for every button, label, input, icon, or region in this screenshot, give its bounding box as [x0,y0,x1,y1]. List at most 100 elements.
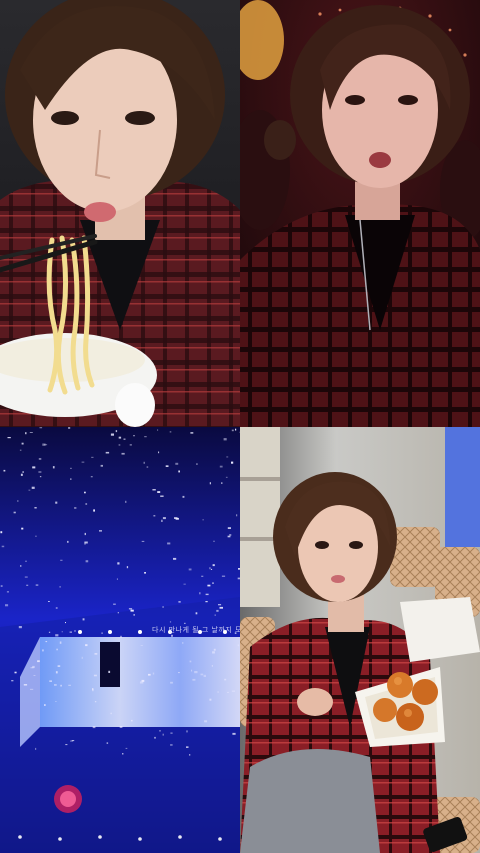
confetti-piece [226,456,229,458]
confetti-piece [25,432,27,435]
confetti-piece [32,466,36,469]
confetti-piece [131,719,133,722]
confetti-piece [115,430,118,433]
confetti-piece [13,511,16,514]
confetti-piece [158,451,160,454]
confetti-piece [65,622,66,624]
confetti-piece [159,730,161,732]
confetti-piece [209,698,212,701]
confetti-piece [92,726,96,729]
confetti-piece [54,684,57,686]
confetti-piece [205,601,208,603]
confetti-piece [55,634,59,637]
confetti-piece [133,435,135,437]
confetti-piece [101,632,103,634]
confetti-piece [55,607,58,609]
confetti-piece [122,753,124,755]
stage-screen-caption: 다시 만나게 될 그 날까지 모두 행복하길 [152,626,240,634]
confetti-piece [227,527,231,529]
confetti-piece [199,592,201,595]
confetti-piece [48,601,50,602]
photo-noodle-selfie [0,0,240,427]
confetti-piece [81,461,85,463]
confetti-piece [35,535,37,537]
confetti-piece [160,495,164,497]
confetti-piece [85,644,88,647]
confetti-piece [221,482,223,484]
confetti-piece [21,527,24,530]
confetti-piece [207,584,211,587]
confetti-piece [29,432,33,433]
confetti-piece [60,684,62,687]
confetti-piece [209,567,211,570]
confetti-piece [212,564,215,567]
confetti-piece [186,746,189,748]
confetti-piece [67,540,69,543]
confetti-piece [85,503,88,505]
confetti-piece [170,681,173,684]
confetti-piece [211,665,213,667]
confetti-piece [203,674,206,677]
confetti-piece [130,609,134,612]
confetti-piece [35,584,39,586]
confetti-piece [140,645,143,646]
confetti-piece [30,688,34,690]
confetti-piece [121,452,125,455]
confetti-piece [191,669,193,672]
confetti-piece [152,672,155,675]
confetti-piece [70,467,72,469]
confetti-piece [189,660,192,663]
confetti-piece [69,631,72,633]
confetti-piece [25,560,27,562]
confetti-piece [141,679,145,682]
confetti-piece [219,606,223,609]
confetti-piece [178,601,181,603]
confetti-piece [195,612,198,615]
confetti-piece [190,432,194,434]
confetti-piece [94,653,98,655]
confetti-piece [20,473,23,476]
confetti-piece [237,644,240,647]
confetti-piece [37,660,40,663]
confetti-piece [225,476,228,478]
confetti-piece [118,436,122,439]
confetti-piece [39,427,43,429]
photo-collage: 다시 만나게 될 그 날까지 모두 행복하길 [0,0,480,853]
confetti-piece [119,726,123,728]
confetti-piece [55,701,57,702]
confetti-piece [157,491,161,493]
confetti-piece [35,747,37,750]
confetti-piece [223,438,227,441]
confetti-piece [189,754,191,756]
confetti-piece [33,675,36,676]
confetti-piece [70,478,72,480]
confetti-piece [161,519,163,522]
confetti-piece [105,451,110,454]
confetti-piece [231,461,234,464]
confetti-piece [169,431,172,433]
confetti-piece [84,491,86,494]
confetti-piece [175,462,179,465]
confetti-piece [235,428,237,431]
confetti-piece [1,545,5,548]
confetti-piece [57,665,61,667]
confetti-piece [204,720,208,723]
confetti-piece [113,603,116,605]
confetti-piece [38,458,42,460]
confetti-piece [18,626,22,629]
confetti-piece [49,680,52,682]
confetti-piece [24,576,28,578]
confetti-piece [178,470,180,473]
confetti-piece [116,578,118,580]
confetti-piece [182,495,185,498]
confetti-piece [3,469,6,472]
confetti-piece [68,684,71,686]
confetti-piece [23,684,28,686]
confetti-piece [0,531,3,534]
confetti-piece [133,614,135,616]
confetti-piece [110,712,112,715]
confetti-piece [232,732,236,735]
confetti-piece [60,559,63,561]
confetti-piece [229,534,232,536]
confetti-piece [92,689,94,692]
